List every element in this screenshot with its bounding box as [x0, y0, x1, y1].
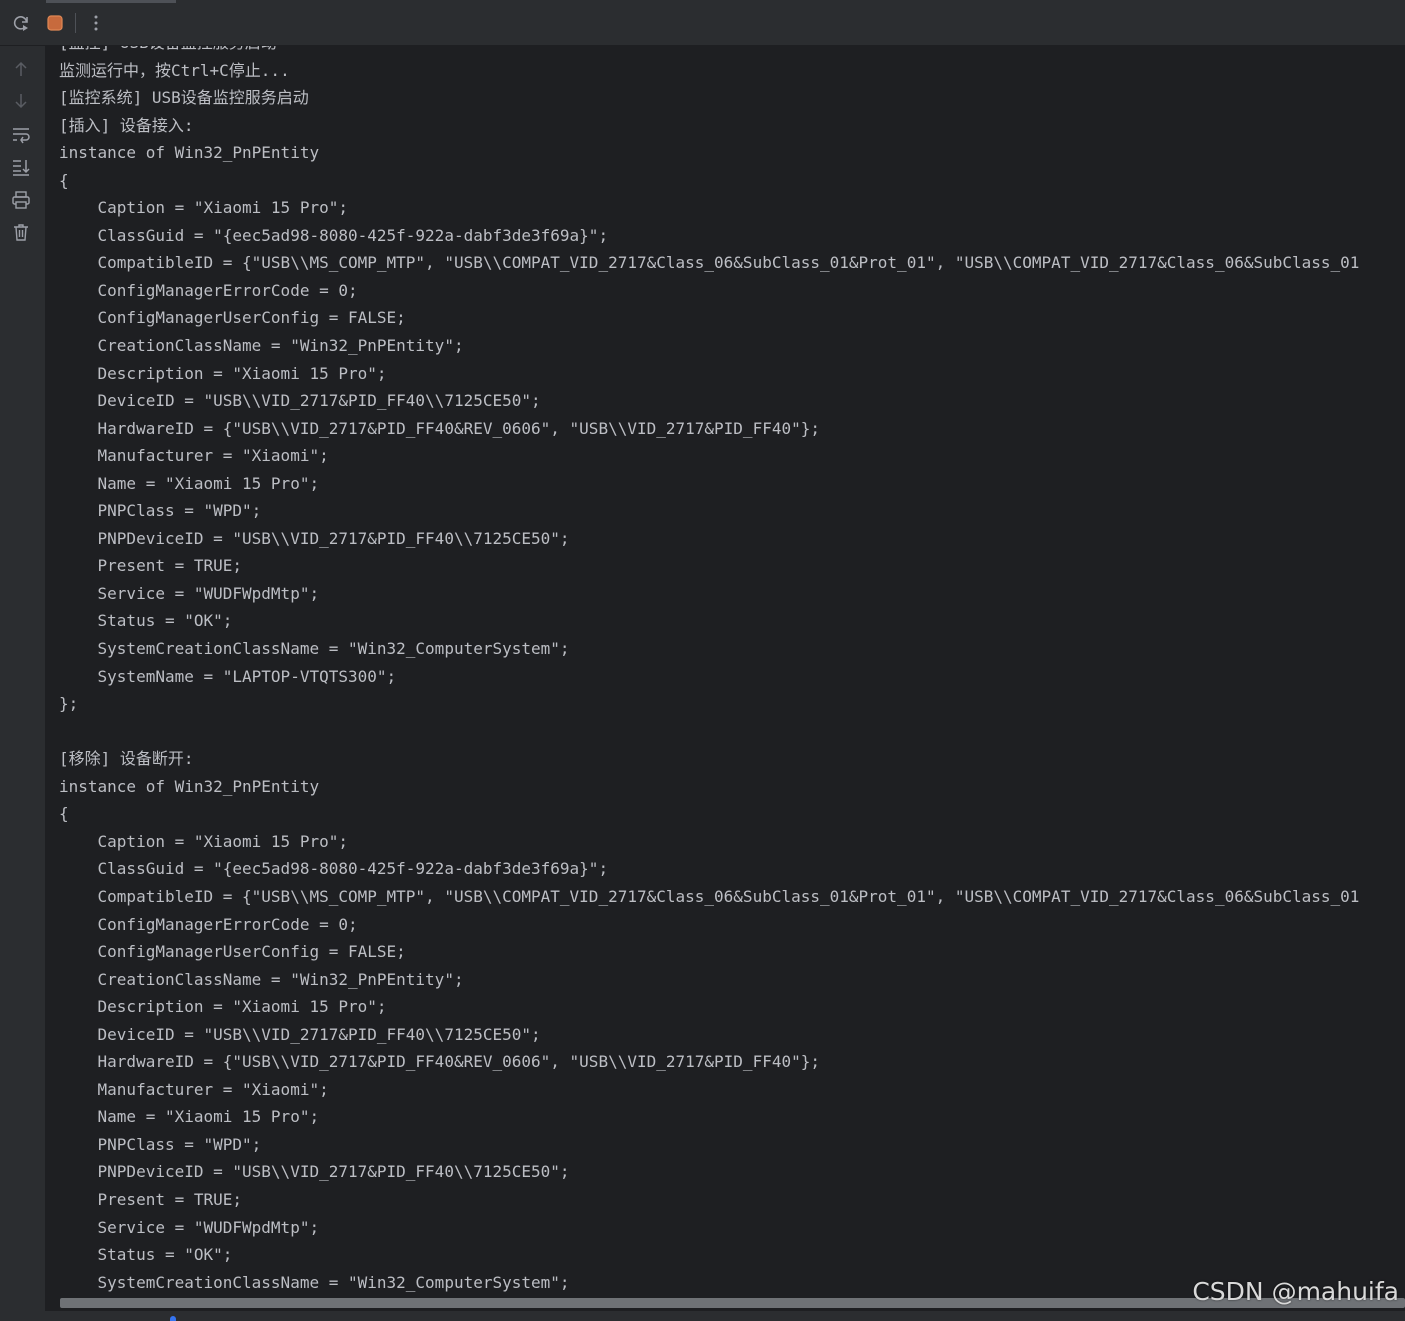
console-line: DeviceID = "USB\\VID_2717&PID_FF40\\7125… — [59, 391, 541, 411]
console-lines: [监控] USB设备监控服务启动监测运行中，按Ctrl+C停止... [监控系统]… — [59, 46, 1359, 1298]
console-line: ConfigManagerUserConfig = FALSE; — [59, 308, 406, 328]
console-line: PNPDeviceID = "USB\\VID_2717&PID_FF40\\7… — [59, 528, 570, 548]
run-toolbar — [0, 0, 1405, 46]
console-line: CreationClassName = "Win32_PnPEntity"; — [59, 969, 464, 989]
console-line: CreationClassName = "Win32_PnPEntity"; — [59, 336, 464, 356]
console-line: Present = TRUE; — [59, 1189, 243, 1209]
console-line: ConfigManagerErrorCode = 0; — [59, 914, 358, 934]
trash-icon — [14, 224, 28, 241]
console-line: Manufacturer = "Xiaomi"; — [59, 1079, 329, 1099]
console-line: CompatibleID = {"USB\\MS_COMP_MTP", "USB… — [59, 253, 1360, 273]
console-line: ClassGuid = "{eec5ad98-8080-425f-922a-da… — [59, 225, 609, 245]
arrow-up-icon — [15, 61, 27, 76]
rerun-button[interactable] — [10, 12, 32, 34]
stop-icon — [47, 15, 63, 31]
previous-occurrence-button[interactable] — [10, 58, 32, 80]
console-line: CompatibleID = {"USB\\MS_COMP_MTP", "USB… — [59, 886, 1360, 906]
console-line: Name = "Xiaomi 15 Pro"; — [59, 1107, 320, 1127]
console-line: PNPDeviceID = "USB\\VID_2717&PID_FF40\\7… — [59, 1162, 570, 1182]
console-line: HardwareID = {"USB\\VID_2717&PID_FF40&RE… — [59, 418, 820, 438]
soft-wrap-icon — [13, 128, 30, 144]
soft-wrap-button[interactable] — [10, 124, 32, 146]
console-line: [移除] 设备断开: — [59, 749, 194, 769]
console-line: Service = "WUDFWpdMtp"; — [59, 583, 320, 603]
scroll-to-end-icon — [13, 160, 30, 176]
console-line: HardwareID = {"USB\\VID_2717&PID_FF40&RE… — [59, 1052, 820, 1072]
clear-all-button[interactable] — [10, 221, 32, 243]
next-occurrence-button[interactable] — [10, 90, 32, 112]
console-side-toolbar — [0, 46, 45, 1311]
console-line: [监控系统] USB设备监控服务启动 — [59, 88, 309, 108]
print-icon — [12, 191, 30, 209]
console-line: Caption = "Xiaomi 15 Pro"; — [59, 831, 348, 851]
console-line: instance of Win32_PnPEntity — [59, 776, 320, 796]
console-line: ClassGuid = "{eec5ad98-8080-425f-922a-da… — [59, 859, 609, 879]
console-line: { — [59, 170, 69, 190]
bottom-bar — [0, 1311, 1405, 1321]
run-tab-indicator[interactable] — [46, 0, 176, 3]
bottom-indicator — [170, 1316, 176, 1321]
console-line: Service = "WUDFWpdMtp"; — [59, 1217, 320, 1237]
console-line: ConfigManagerUserConfig = FALSE; — [59, 942, 406, 962]
console-line: SystemName = "LAPTOP-VTQTS300"; — [59, 666, 397, 686]
toolbar-separator — [75, 13, 76, 33]
console-line: Description = "Xiaomi 15 Pro"; — [59, 363, 387, 383]
stop-button[interactable] — [44, 12, 66, 34]
console-line: Status = "OK"; — [59, 1245, 233, 1265]
rerun-icon — [13, 16, 28, 31]
console-line: SystemCreationClassName = "Win32_Compute… — [59, 1272, 570, 1292]
scroll-to-end-button[interactable] — [10, 156, 32, 178]
console-output[interactable]: [监控] USB设备监控服务启动监测运行中，按Ctrl+C停止... [监控系统]… — [45, 46, 1405, 1298]
more-vertical-icon — [94, 15, 98, 31]
console-line: instance of Win32_PnPEntity — [59, 143, 320, 163]
console-line: Manufacturer = "Xiaomi"; — [59, 446, 329, 466]
console-line: Present = TRUE; — [59, 556, 243, 576]
console-line: Name = "Xiaomi 15 Pro"; — [59, 473, 320, 493]
console-line: }; — [59, 694, 79, 714]
arrow-down-icon — [15, 94, 27, 109]
console-line: [监控] USB设备监控服务启动 — [59, 46, 1359, 57]
console-line: ConfigManagerErrorCode = 0; — [59, 280, 358, 300]
console-line: Description = "Xiaomi 15 Pro"; — [59, 997, 387, 1017]
print-button[interactable] — [10, 189, 32, 211]
console-line: PNPClass = "WPD"; — [59, 1134, 262, 1154]
console-line: DeviceID = "USB\\VID_2717&PID_FF40\\7125… — [59, 1024, 541, 1044]
console-line: 监测运行中，按Ctrl+C停止... — [59, 60, 290, 80]
console-line: [插入] 设备接入: — [59, 115, 194, 135]
console-line: Status = "OK"; — [59, 611, 233, 631]
more-options-button[interactable] — [85, 12, 107, 34]
console-line: SystemCreationClassName = "Win32_Compute… — [59, 639, 570, 659]
console-line: PNPClass = "WPD"; — [59, 501, 262, 521]
console-line: Caption = "Xiaomi 15 Pro"; — [59, 198, 348, 218]
console-line: { — [59, 804, 69, 824]
watermark: CSDN @mahuifa — [1192, 1277, 1399, 1306]
